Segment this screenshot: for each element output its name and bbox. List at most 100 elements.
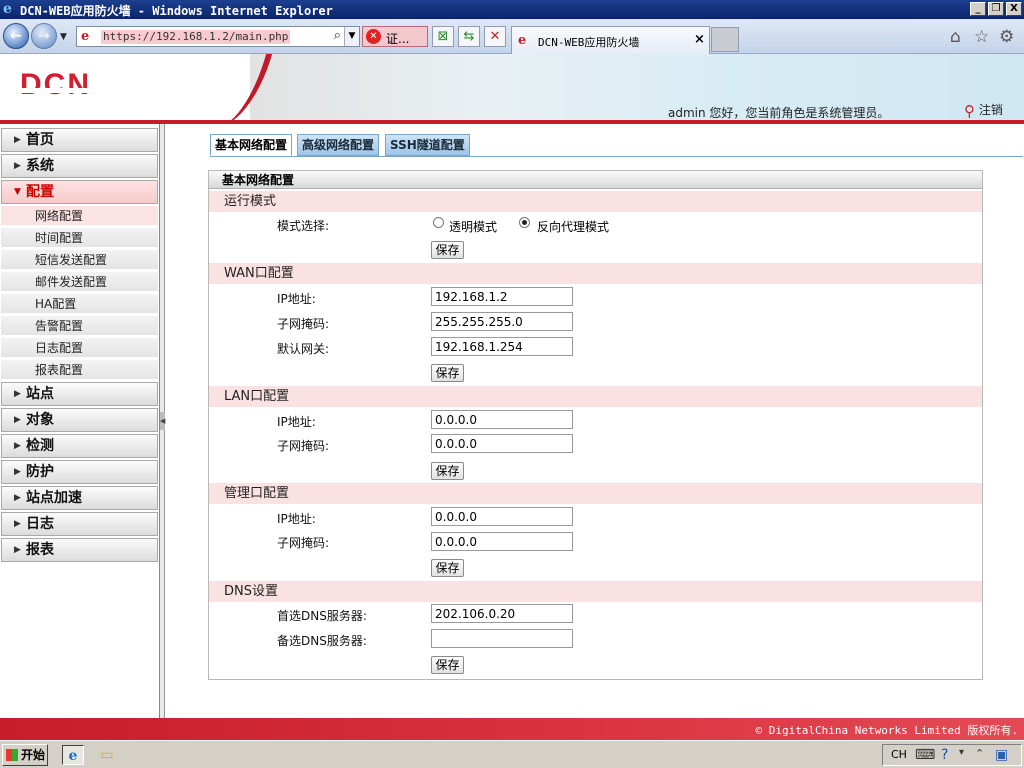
forward-button[interactable]: → bbox=[31, 23, 57, 49]
radio-reverse-proxy-mode[interactable] bbox=[519, 217, 530, 228]
help-icon[interactable]: ? bbox=[941, 747, 948, 763]
sidebar-subitem-alarm-config[interactable]: 告警配置 bbox=[1, 316, 158, 336]
sidebar-subitem-report-config[interactable]: 报表配置 bbox=[1, 360, 158, 380]
address-bar[interactable]: e https://192.168.1.2/main.php ⌕ ▼ bbox=[76, 26, 360, 47]
sidebar-item-detection[interactable]: ▶ 检测 bbox=[1, 434, 158, 458]
sidebar-subitem-ha-config[interactable]: HA配置 bbox=[1, 294, 158, 314]
sidebar-item-objects[interactable]: ▶ 对象 bbox=[1, 408, 158, 432]
start-button[interactable]: 开始 bbox=[2, 744, 48, 766]
tray-scroll-icon[interactable]: ▾ bbox=[959, 747, 964, 758]
recent-pages-dropdown-icon[interactable]: ▼ bbox=[60, 32, 67, 42]
new-tab-button[interactable] bbox=[711, 27, 739, 52]
tab-basic-network[interactable]: 基本网络配置 bbox=[210, 134, 293, 156]
ie-taskbar-icon[interactable]: e bbox=[62, 745, 84, 765]
certificate-error-button[interactable]: ✕ 证... bbox=[362, 26, 428, 47]
sidebar-item-label: 防护 bbox=[26, 464, 54, 480]
minimize-button[interactable]: _ bbox=[970, 2, 986, 16]
sidebar-item-label: 首页 bbox=[26, 132, 54, 148]
mgmt-mask-input[interactable] bbox=[431, 532, 573, 551]
mgmt-ip-input[interactable] bbox=[431, 507, 573, 526]
sidebar-item-logs[interactable]: ▶ 日志 bbox=[1, 512, 158, 536]
tray-expand-icon[interactable]: ⌃ bbox=[975, 747, 984, 760]
sidebar-item-config[interactable]: ▼ 配置 bbox=[1, 180, 158, 204]
window-title: DCN-WEB应用防火墙 - Windows Internet Explorer bbox=[20, 4, 333, 18]
sidebar-item-protection[interactable]: ▶ 防护 bbox=[1, 460, 158, 484]
window-titlebar: e DCN-WEB应用防火墙 - Windows Internet Explor… bbox=[0, 0, 1024, 19]
sidebar-splitter[interactable]: ◀ bbox=[160, 124, 165, 718]
save-wan-button[interactable]: 保存 bbox=[431, 364, 464, 382]
url-text[interactable]: https://192.168.1.2/main.php bbox=[101, 30, 291, 44]
sidebar-item-system[interactable]: ▶ 系统 bbox=[1, 154, 158, 178]
mgmt-mask-label: 子网掩码: bbox=[277, 536, 330, 550]
chevron-right-icon: ▶ bbox=[14, 135, 21, 145]
sidebar-item-label: 站点 bbox=[26, 386, 54, 402]
logout-label[interactable]: 注销 bbox=[979, 103, 1003, 117]
home-icon[interactable]: ⌂ bbox=[950, 27, 961, 47]
radio-transparent-mode[interactable] bbox=[433, 217, 444, 228]
compatibility-view-button[interactable]: ⊠ bbox=[432, 26, 454, 47]
wan-gateway-input[interactable] bbox=[431, 337, 573, 356]
tab-close-button[interactable]: × bbox=[694, 32, 705, 47]
tab-title: DCN-WEB应用防火墙 bbox=[538, 36, 640, 49]
collapse-arrow-icon[interactable]: ◀ bbox=[160, 412, 165, 430]
logout-link[interactable]: ⚲ 注销 bbox=[964, 102, 1003, 120]
chevron-right-icon: ▶ bbox=[14, 545, 21, 555]
sidebar-subitem-time-config[interactable]: 时间配置 bbox=[1, 228, 158, 248]
dns-primary-label: 首选DNS服务器: bbox=[277, 609, 367, 623]
panel-title: 基本网络配置 bbox=[209, 171, 982, 189]
close-window-button[interactable]: X bbox=[1006, 2, 1022, 16]
sidebar-item-label: 对象 bbox=[26, 412, 54, 428]
tab-ssh-tunnel[interactable]: SSH隧道配置 bbox=[385, 134, 470, 156]
windows-flag-icon bbox=[6, 749, 18, 761]
save-run-mode-button[interactable]: 保存 bbox=[431, 241, 464, 259]
sidebar-item-label: 配置 bbox=[26, 184, 54, 200]
lan-ip-input[interactable] bbox=[431, 410, 573, 429]
sidebar-subitem-sms-config[interactable]: 短信发送配置 bbox=[1, 250, 158, 270]
browser-tab[interactable]: e DCN-WEB应用防火墙 × bbox=[511, 26, 710, 54]
save-dns-button[interactable]: 保存 bbox=[431, 656, 464, 674]
wan-gateway-label: 默认网关: bbox=[277, 342, 330, 356]
welcome-message: admin 您好，您当前角色是系统管理员。 bbox=[668, 106, 890, 120]
chevron-down-icon: ▼ bbox=[14, 187, 21, 197]
language-indicator[interactable]: CH bbox=[891, 748, 907, 761]
dns-primary-input[interactable] bbox=[431, 604, 573, 623]
refresh-icon: ⇆ bbox=[463, 29, 475, 44]
lan-mask-input[interactable] bbox=[431, 434, 573, 453]
restore-button[interactable]: ❐ bbox=[988, 2, 1004, 16]
system-tray: CH ⌨ ? ▾ ⌃ ▣ bbox=[882, 744, 1022, 766]
keyboard-icon[interactable]: ⌨ bbox=[915, 747, 935, 763]
stop-button[interactable]: ✕ bbox=[484, 26, 506, 47]
sidebar-item-sites[interactable]: ▶ 站点 bbox=[1, 382, 158, 406]
save-management-button[interactable]: 保存 bbox=[431, 559, 464, 577]
sidebar-item-home[interactable]: ▶ 首页 bbox=[1, 128, 158, 152]
page-icon: e bbox=[81, 29, 90, 44]
logo-stripe-decoration bbox=[22, 88, 126, 93]
dns-secondary-input[interactable] bbox=[431, 629, 573, 648]
windows-taskbar: 开始 e ▭ CH ⌨ ? ▾ ⌃ ▣ bbox=[0, 740, 1024, 768]
save-lan-button[interactable]: 保存 bbox=[431, 462, 464, 480]
basic-network-config-panel: 基本网络配置 运行模式 模式选择: 透明模式 反向代理模式 保存 WAN口配置 … bbox=[208, 170, 983, 680]
favorites-star-icon[interactable]: ☆ bbox=[974, 27, 989, 47]
sidebar-item-site-acceleration[interactable]: ▶ 站点加速 bbox=[1, 486, 158, 510]
sidebar-subitem-log-config[interactable]: 日志配置 bbox=[1, 338, 158, 358]
network-icon[interactable]: ▣ bbox=[995, 747, 1008, 763]
wan-mask-input[interactable] bbox=[431, 312, 573, 331]
tab-advanced-network[interactable]: 高级网络配置 bbox=[297, 134, 380, 156]
cert-error-icon: ✕ bbox=[366, 29, 381, 44]
gear-icon[interactable]: ⚙ bbox=[999, 27, 1014, 47]
sidebar-item-label: 检测 bbox=[26, 438, 54, 454]
back-button[interactable]: ← bbox=[3, 23, 29, 49]
dns-secondary-label: 备选DNS服务器: bbox=[277, 634, 367, 648]
address-dropdown-icon[interactable]: ▼ bbox=[344, 27, 359, 46]
sidebar-subitem-mail-config[interactable]: 邮件发送配置 bbox=[1, 272, 158, 292]
wan-ip-input[interactable] bbox=[431, 287, 573, 306]
transparent-mode-label: 透明模式 bbox=[449, 220, 498, 234]
search-icon[interactable]: ⌕ bbox=[334, 28, 341, 43]
section-dns: DNS设置 bbox=[209, 581, 982, 602]
refresh-button[interactable]: ⇆ bbox=[458, 26, 480, 47]
chevron-right-icon: ▶ bbox=[14, 441, 21, 451]
sidebar-subitem-network-config[interactable]: 网络配置 bbox=[1, 206, 158, 226]
sidebar-item-reports[interactable]: ▶ 报表 bbox=[1, 538, 158, 562]
tab-page-icon: e bbox=[518, 33, 527, 48]
folder-icon[interactable]: ▭ bbox=[96, 745, 118, 765]
